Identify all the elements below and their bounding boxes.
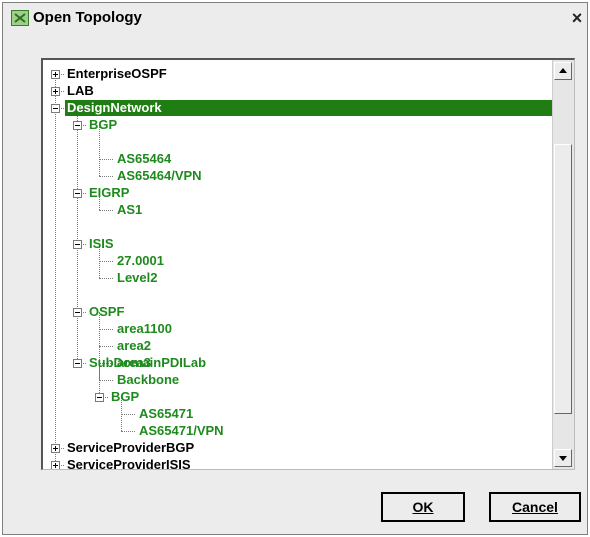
expand-icon[interactable] <box>51 87 60 96</box>
scroll-up-button[interactable] <box>554 62 572 80</box>
tree-item-label: SubDomainPDILab <box>89 355 207 370</box>
tree-item-label: area1100 <box>117 321 172 336</box>
collapse-icon[interactable] <box>73 189 82 198</box>
tree-item-ospf[interactable]: OSPF <box>87 304 126 320</box>
tree-item-label: AS65471/VPN <box>139 423 224 438</box>
tree-item-as65471-vpn[interactable]: AS65471/VPN <box>137 423 226 439</box>
tree-item-label: AS65464 <box>117 151 172 166</box>
tree-item-label: OSPF <box>89 304 125 319</box>
tree-item-as65464[interactable]: AS65464 <box>115 151 173 167</box>
tree-item-label: 27.0001 <box>117 253 164 268</box>
ok-button[interactable]: OK <box>381 492 465 522</box>
tree-item-level2[interactable]: Level2 <box>115 270 159 286</box>
window-title: Open Topology <box>33 9 142 26</box>
tree-item-label: ServiceProviderBGP <box>67 440 195 455</box>
tree-item-label: BGP <box>111 389 140 404</box>
cancel-button[interactable]: Cancel <box>489 492 581 522</box>
ok-button-label: OK <box>412 499 434 515</box>
tree-item-as65471[interactable]: AS65471 <box>137 406 195 422</box>
tree-item-label: AS1 <box>117 202 143 217</box>
scroll-down-button[interactable] <box>554 449 572 467</box>
cancel-button-label: Cancel <box>512 499 558 515</box>
tree-item-area2[interactable]: area2 <box>115 338 153 354</box>
tree-item-label: AS65471 <box>139 406 194 421</box>
open-topology-dialog: Open Topology × EnterpriseOSPF LAB Desig… <box>2 2 588 535</box>
tree-item-label: ServiceProviderISIS <box>67 457 191 470</box>
tree-item-eigrp[interactable]: EIGRP <box>87 185 131 201</box>
title-bar: Open Topology × <box>3 3 587 33</box>
tree-item-backbone[interactable]: Backbone <box>115 372 181 388</box>
topology-tree-panel: EnterpriseOSPF LAB DesignNetwork BGP AS6… <box>41 58 575 470</box>
tree-item-isis[interactable]: ISIS <box>87 236 116 252</box>
tree-item-label: EnterpriseOSPF <box>67 66 167 81</box>
tree-item-as65464-vpn[interactable]: AS65464/VPN <box>115 168 204 184</box>
expand-icon[interactable] <box>51 70 60 79</box>
app-icon <box>11 10 29 26</box>
expand-icon[interactable] <box>51 444 60 453</box>
expand-icon[interactable] <box>51 461 60 469</box>
topology-tree: EnterpriseOSPF LAB DesignNetwork BGP AS6… <box>43 60 554 470</box>
tree-item-serviceproviderisis[interactable]: ServiceProviderISIS <box>65 457 193 470</box>
tree-item-subdomainpdilab[interactable]: SubDomainPDILab <box>87 355 208 371</box>
tree-item-subdomain-bgp[interactable]: BGP <box>109 389 141 405</box>
tree-item-as1[interactable]: AS1 <box>115 202 144 218</box>
tree-item-label: AS65464/VPN <box>117 168 202 183</box>
tree-item-label: Level2 <box>117 270 158 285</box>
scrollbar-thumb[interactable] <box>554 144 572 414</box>
collapse-icon[interactable] <box>51 104 60 113</box>
tree-item-label: Backbone <box>117 372 180 387</box>
tree-item-designnetwork-selected[interactable]: DesignNetwork <box>65 100 554 116</box>
tree-item-label: ISIS <box>89 236 114 251</box>
scroll-up-arrow-icon <box>559 68 567 73</box>
tree-item-serviceproviderbgp[interactable]: ServiceProviderBGP <box>65 440 196 456</box>
tree-item-lab[interactable]: LAB <box>65 83 96 99</box>
vertical-scrollbar[interactable] <box>552 60 574 469</box>
tree-item-27-0001[interactable]: 27.0001 <box>115 253 166 269</box>
scroll-down-arrow-icon <box>559 456 567 461</box>
tree-item-label: BGP <box>89 117 118 132</box>
collapse-icon[interactable] <box>73 240 82 249</box>
collapse-icon[interactable] <box>73 359 82 368</box>
tree-item-bgp[interactable]: BGP <box>87 117 119 133</box>
collapse-icon[interactable] <box>73 121 82 130</box>
collapse-icon[interactable] <box>95 393 104 402</box>
tree-item-area1100[interactable]: area1100 <box>115 321 174 337</box>
tree-item-enterpriseospf[interactable]: EnterpriseOSPF <box>65 66 169 82</box>
close-button[interactable]: × <box>569 9 585 28</box>
tree-item-label: area2 <box>117 338 151 353</box>
collapse-icon[interactable] <box>73 308 82 317</box>
tree-item-label: LAB <box>67 83 94 98</box>
tree-item-label: DesignNetwork <box>65 100 554 116</box>
tree-item-label: EIGRP <box>89 185 130 200</box>
